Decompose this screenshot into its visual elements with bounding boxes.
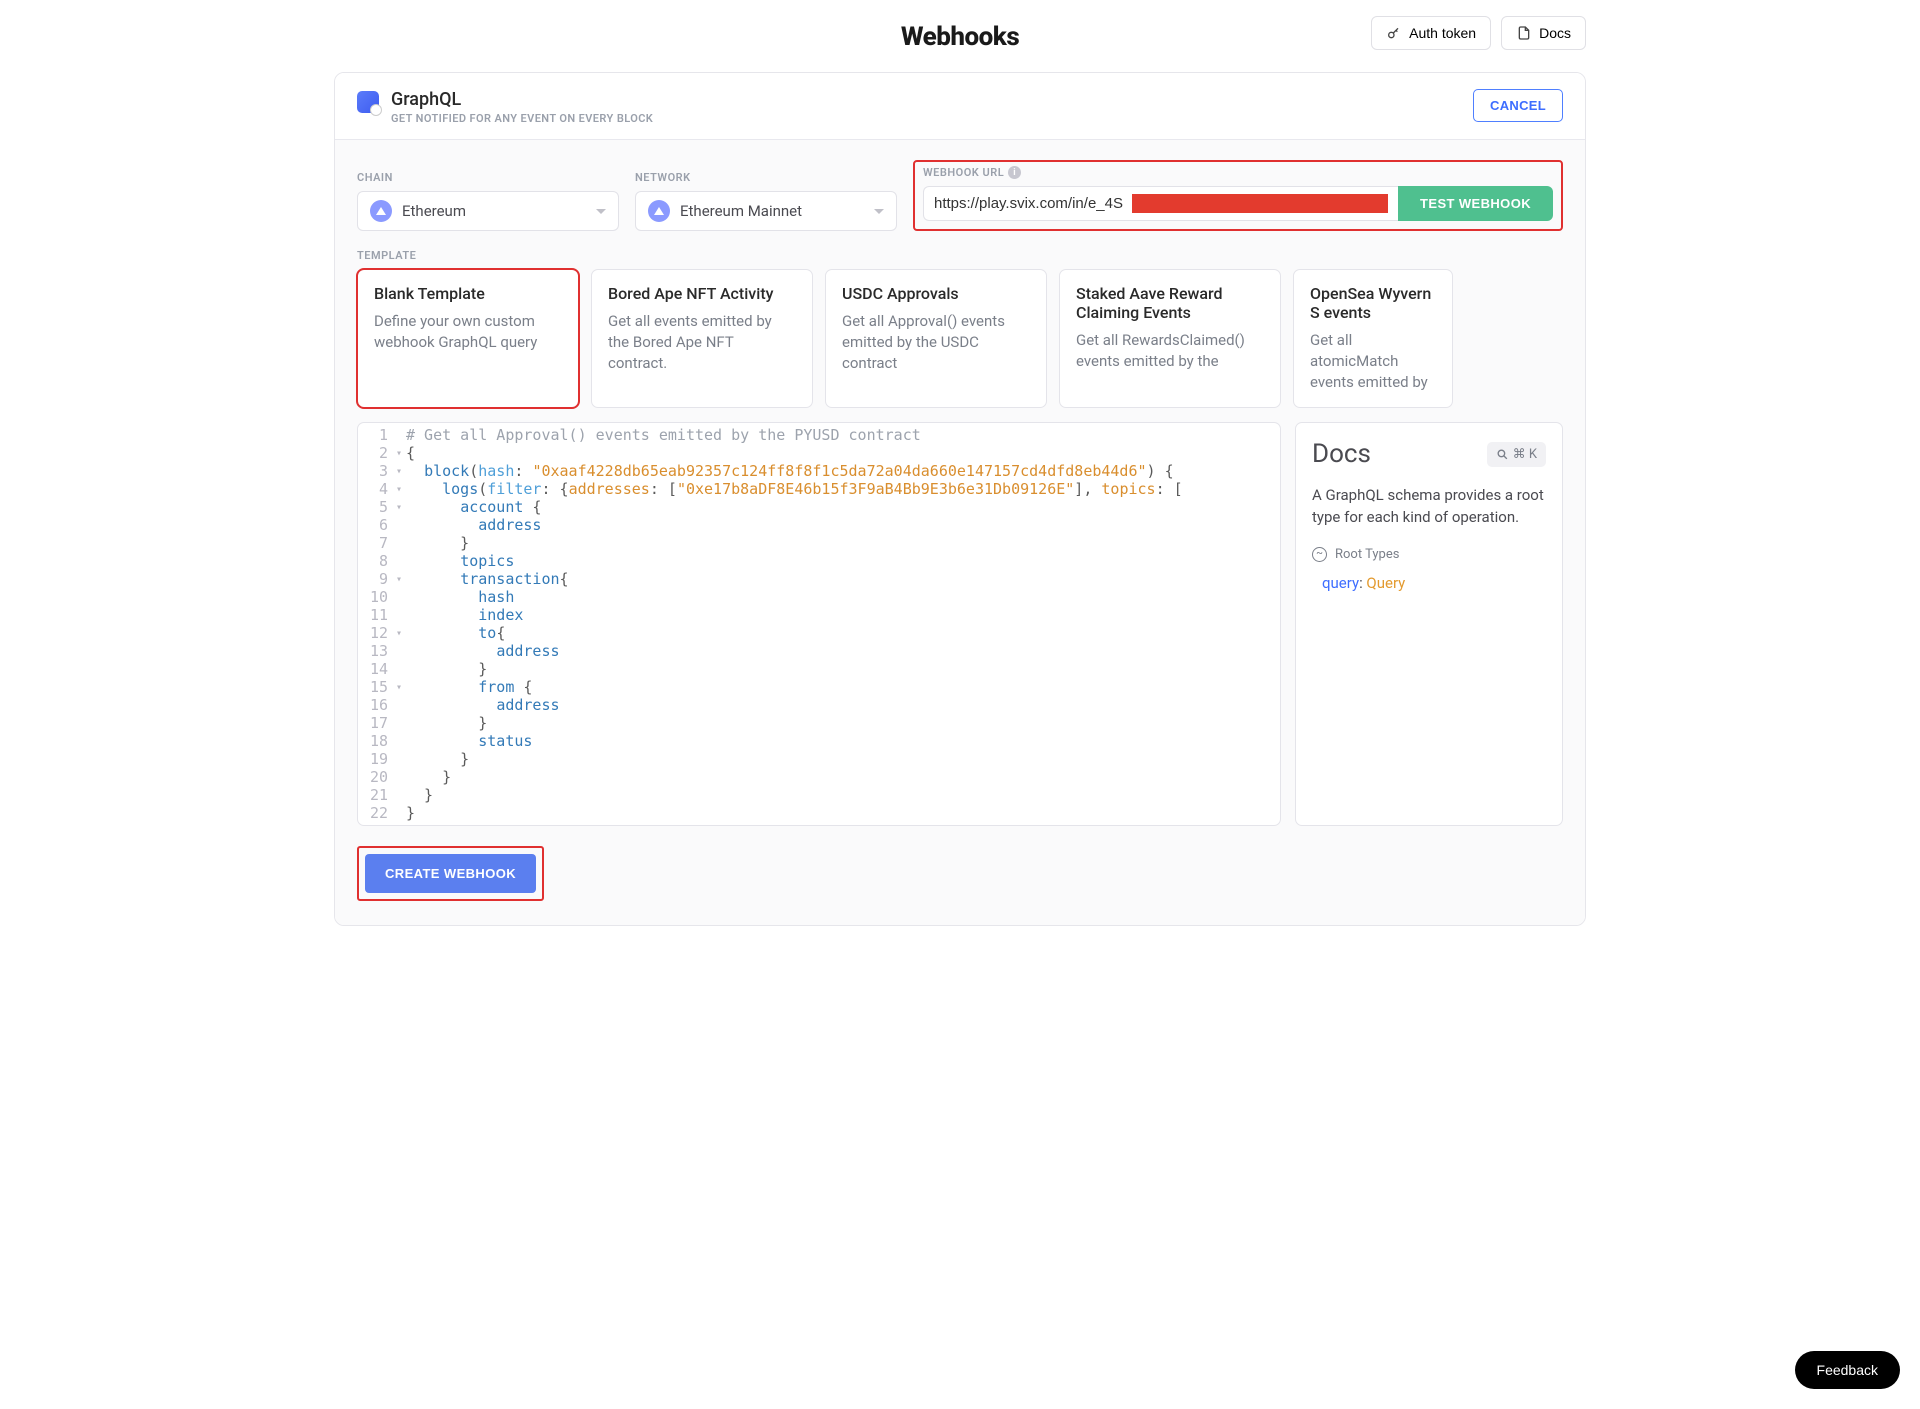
chain-label: CHAIN	[357, 171, 619, 184]
code-line: 18 status	[358, 732, 1280, 750]
code-line: 5▾ account {	[358, 498, 1280, 516]
template-label: TEMPLATE	[357, 249, 1563, 262]
code-line: 15▾ from {	[358, 678, 1280, 696]
chain-value: Ethereum	[402, 202, 466, 220]
network-value: Ethereum Mainnet	[680, 202, 802, 220]
feedback-button[interactable]: Feedback	[1795, 1351, 1900, 1389]
docs-label: Docs	[1539, 25, 1571, 41]
code-line: 19 }	[358, 750, 1280, 768]
graphql-editor[interactable]: 1# Get all Approval() events emitted by …	[357, 422, 1281, 826]
webhook-url-input[interactable]	[934, 195, 1134, 212]
template-description: Define your own custom webhook GraphQL q…	[374, 311, 562, 353]
test-webhook-button[interactable]: TEST WEBHOOK	[1398, 186, 1553, 221]
ethereum-icon	[370, 200, 392, 222]
url-label: WEBHOOK URL i	[923, 166, 1553, 179]
template-title: Staked Aave Reward Claiming Events	[1076, 284, 1264, 322]
chain-select[interactable]: Ethereum	[357, 191, 619, 231]
code-line: 9▾ transaction{	[358, 570, 1280, 588]
key-icon	[1386, 25, 1402, 41]
create-webhook-button[interactable]: CREATE WEBHOOK	[365, 854, 536, 893]
code-line: 7 }	[358, 534, 1280, 552]
code-line: 4▾ logs(filter: {addresses: ["0xe17b8aDF…	[358, 480, 1280, 498]
template-card[interactable]: OpenSea Wyvern S events Get all atomicMat…	[1293, 269, 1453, 408]
code-line: 3▾ block(hash: "0xaaf4228db65eab92357c12…	[358, 462, 1280, 480]
code-line: 16 address	[358, 696, 1280, 714]
root-types-label: Root Types	[1312, 547, 1546, 562]
info-icon[interactable]: i	[1008, 166, 1021, 179]
template-title: USDC Approvals	[842, 284, 1030, 303]
card-title: GraphQL	[391, 89, 653, 110]
template-description: Get all Approval() events emitted by the…	[842, 311, 1030, 374]
code-line: 12▾ to{	[358, 624, 1280, 642]
deprecated-icon	[1312, 547, 1327, 562]
template-title: Blank Template	[374, 284, 562, 303]
code-line: 2▾{	[358, 444, 1280, 462]
network-label: NETWORK	[635, 171, 897, 184]
document-icon	[1516, 25, 1532, 41]
template-title: OpenSea Wyvern S events	[1310, 284, 1436, 322]
ethereum-icon	[648, 200, 670, 222]
templates-list: Blank Template Define your own custom web…	[357, 269, 1563, 408]
docs-description: A GraphQL schema provides a root type fo…	[1312, 485, 1546, 529]
docs-panel: Docs ⌘ K A GraphQL schema provides a roo…	[1295, 422, 1563, 826]
docs-button[interactable]: Docs	[1501, 16, 1586, 50]
cancel-button[interactable]: CANCEL	[1473, 89, 1563, 122]
code-line: 1# Get all Approval() events emitted by …	[358, 426, 1280, 444]
docs-search[interactable]: ⌘ K	[1487, 442, 1546, 467]
search-icon	[1496, 448, 1509, 461]
redacted-url	[1132, 194, 1388, 213]
docs-panel-title: Docs	[1312, 439, 1371, 469]
code-line: 17 }	[358, 714, 1280, 732]
code-line: 14 }	[358, 660, 1280, 678]
code-line: 8 topics	[358, 552, 1280, 570]
code-line: 22}	[358, 804, 1280, 822]
template-card[interactable]: Bored Ape NFT Activity Get all events emi…	[591, 269, 813, 408]
code-line: 6 address	[358, 516, 1280, 534]
code-line: 21 }	[358, 786, 1280, 804]
webhook-url-section: WEBHOOK URL i TEST WEBHOOK	[913, 160, 1563, 231]
auth-token-label: Auth token	[1409, 25, 1476, 41]
template-description: Get all atomicMatch events emitted by	[1310, 330, 1436, 393]
template-card[interactable]: Blank Template Define your own custom web…	[357, 269, 579, 408]
card-subtitle: GET NOTIFIED FOR ANY EVENT ON EVERY BLOC…	[391, 112, 653, 125]
template-card[interactable]: USDC Approvals Get all Approval() events …	[825, 269, 1047, 408]
docs-search-shortcut: ⌘ K	[1513, 447, 1537, 462]
network-select[interactable]: Ethereum Mainnet	[635, 191, 897, 231]
code-line: 11 index	[358, 606, 1280, 624]
root-type-query[interactable]: query: Query	[1312, 574, 1546, 592]
chevron-down-icon	[596, 209, 606, 214]
graphql-icon	[357, 91, 379, 113]
code-line: 20 }	[358, 768, 1280, 786]
template-title: Bored Ape NFT Activity	[608, 284, 796, 303]
code-line: 13 address	[358, 642, 1280, 660]
webhook-card: GraphQL GET NOTIFIED FOR ANY EVENT ON EV…	[334, 72, 1586, 926]
auth-token-button[interactable]: Auth token	[1371, 16, 1491, 50]
template-description: Get all RewardsClaimed() events emitted …	[1076, 330, 1264, 372]
code-line: 10 hash	[358, 588, 1280, 606]
page-title: Webhooks	[901, 22, 1019, 52]
chevron-down-icon	[874, 209, 884, 214]
template-card[interactable]: Staked Aave Reward Claiming Events Get al…	[1059, 269, 1281, 408]
template-description: Get all events emitted by the Bored Ape …	[608, 311, 796, 374]
